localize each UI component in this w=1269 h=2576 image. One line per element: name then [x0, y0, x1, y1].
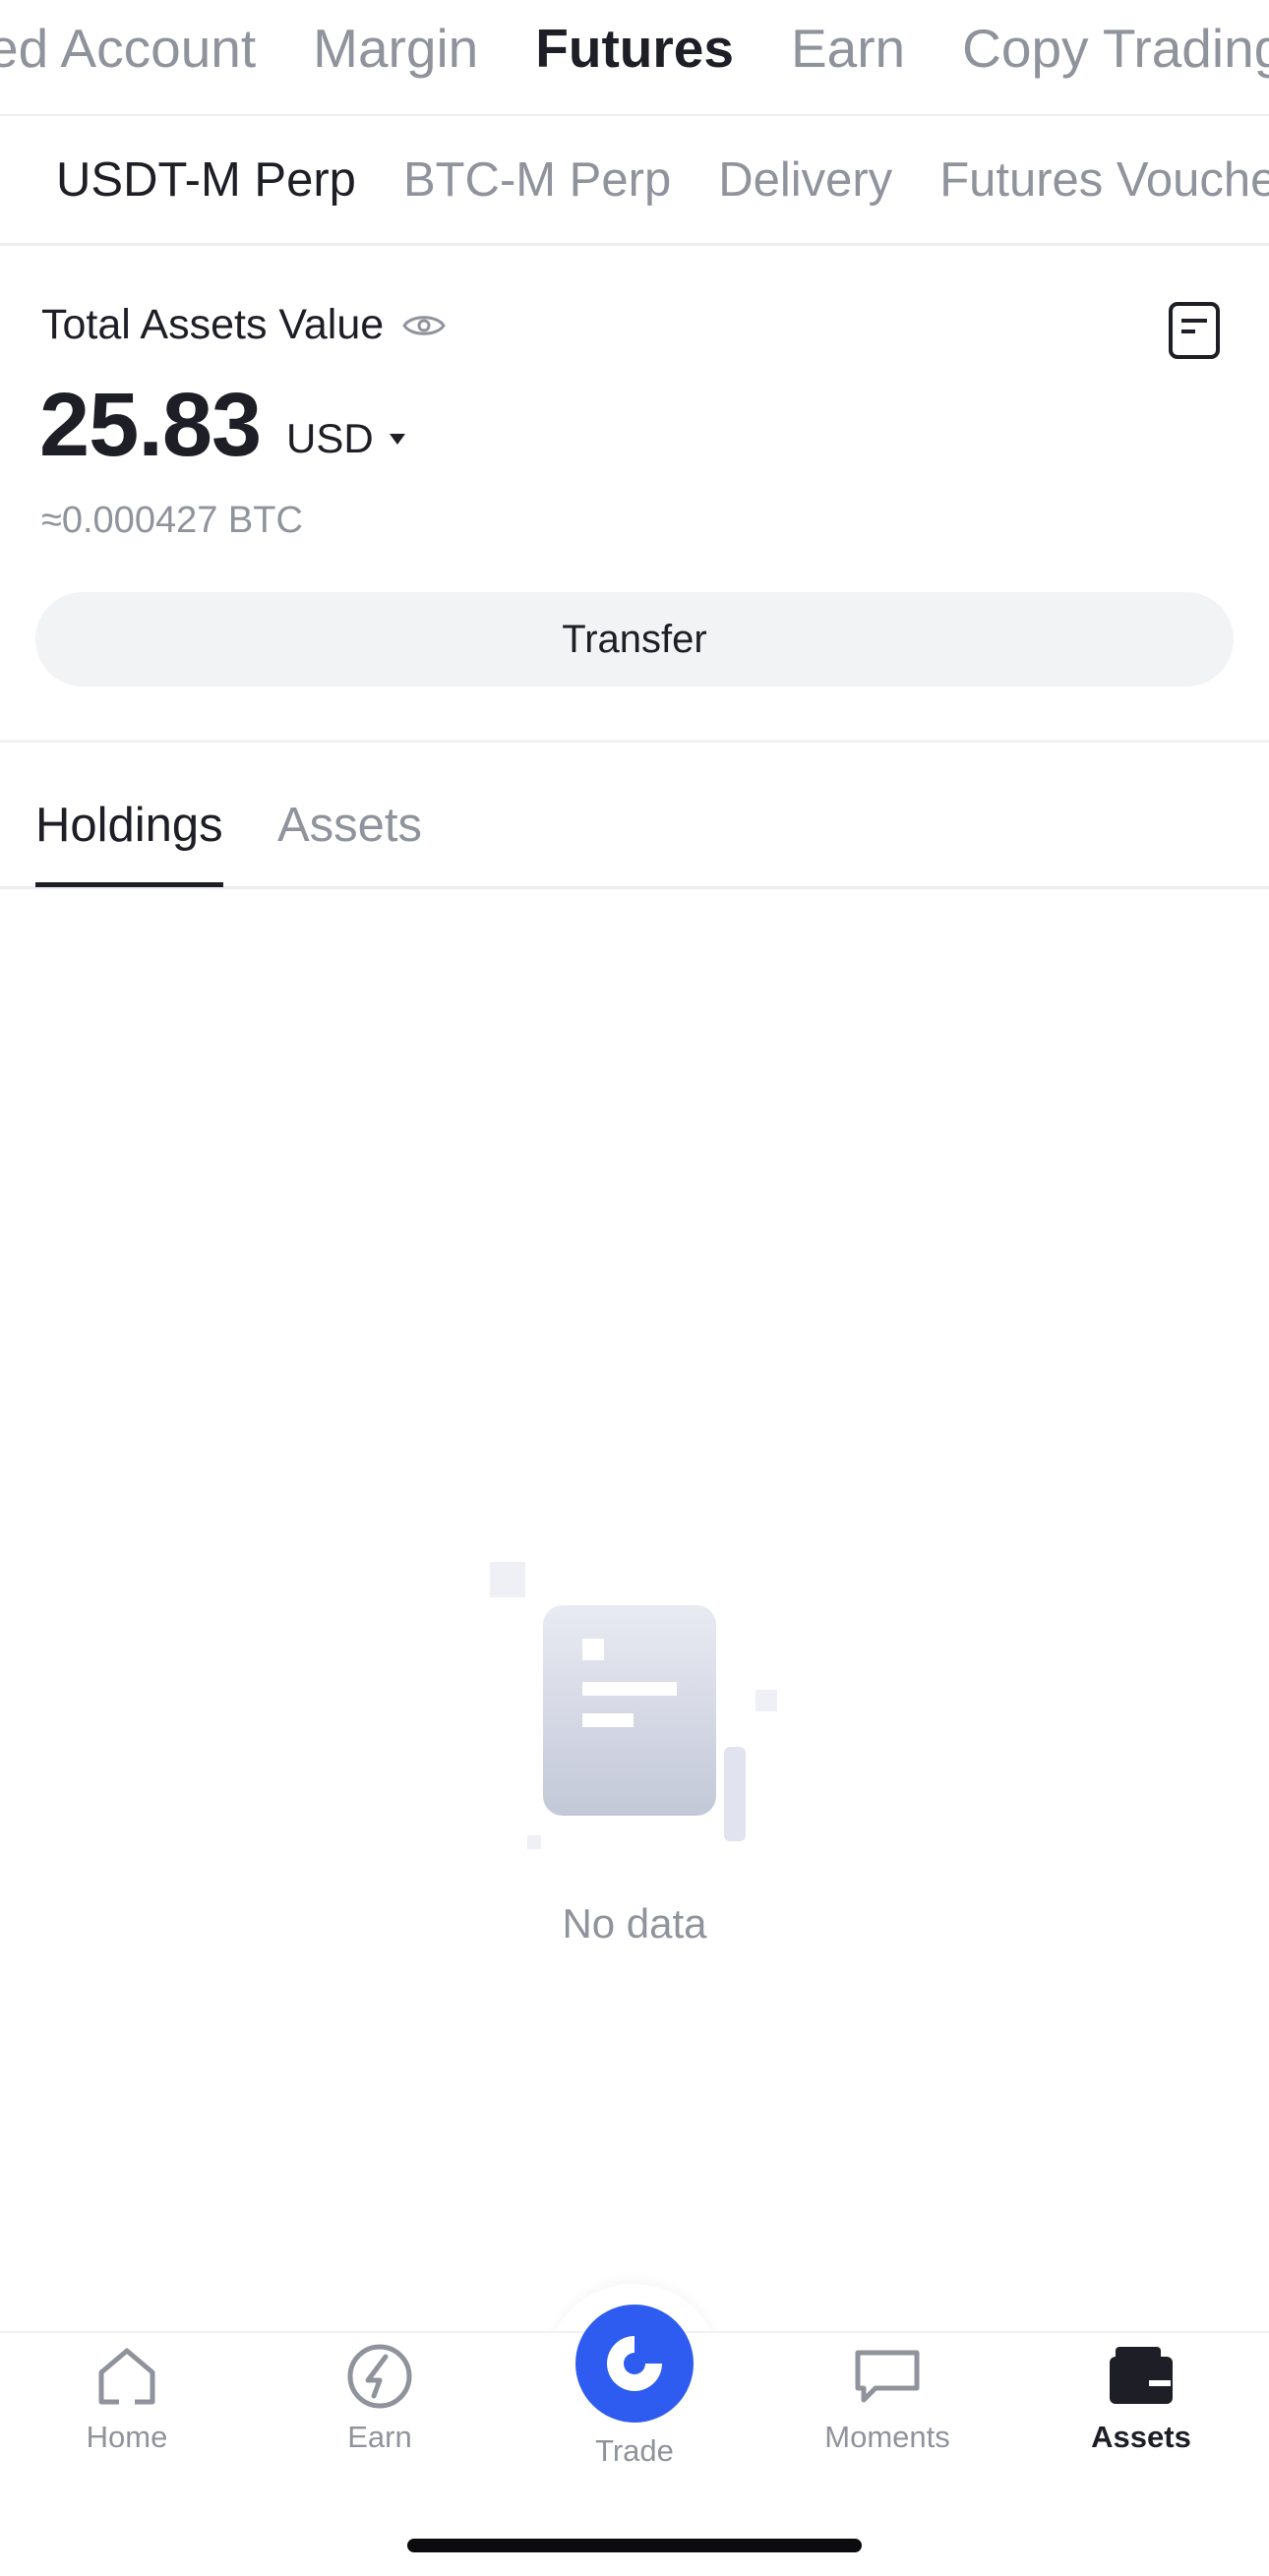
- tab-btc-m-perp[interactable]: BTC-M Perp: [403, 148, 671, 243]
- home-icon: [98, 2348, 155, 2406]
- total-assets-label: Total Assets Value: [41, 301, 447, 349]
- currency-label: USD: [286, 415, 374, 461]
- nav-home[interactable]: Home: [19, 2341, 235, 2455]
- empty-document-icon: [490, 1562, 777, 1849]
- caret-down-icon: [389, 433, 405, 445]
- nav-trade-label: Trade: [595, 2433, 674, 2468]
- account-type-tabs: ed Account Margin Futures Earn Copy Trad…: [0, 0, 1269, 116]
- trade-icon: [607, 2336, 662, 2391]
- futures-assets-screen: ed Account Margin Futures Earn Copy Trad…: [0, 0, 1269, 2576]
- nav-earn-label: Earn: [347, 2420, 412, 2454]
- section-divider: [0, 740, 1269, 743]
- wallet-icon: [1110, 2347, 1173, 2404]
- tab-usdt-m-perp[interactable]: USDT-M Perp: [56, 148, 356, 243]
- nav-trade-button[interactable]: [575, 2305, 694, 2423]
- futures-type-tabs: USDT-M Perp BTC-M Perp Delivery Futures …: [0, 116, 1269, 246]
- total-assets-value: 25.83: [39, 375, 262, 475]
- earn-icon: [347, 2344, 412, 2409]
- transfer-button[interactable]: Transfer: [35, 592, 1234, 687]
- currency-selector[interactable]: USD: [286, 415, 405, 462]
- nav-earn[interactable]: Earn: [272, 2341, 488, 2455]
- home-indicator: [407, 2539, 862, 2552]
- empty-state-text: No data: [562, 1900, 707, 1947]
- tab-unified-account[interactable]: ed Account: [0, 14, 256, 83]
- tab-copy-trading[interactable]: Copy Trading: [962, 14, 1269, 83]
- nav-moments-label: Moments: [824, 2420, 950, 2454]
- nav-home-label: Home: [86, 2420, 168, 2454]
- chat-icon: [855, 2350, 920, 2403]
- content-tabs: Holdings Assets: [0, 748, 1269, 889]
- tab-futures[interactable]: Futures: [535, 14, 734, 83]
- tab-holdings[interactable]: Holdings: [35, 793, 223, 887]
- nav-assets-label: Assets: [1091, 2420, 1191, 2454]
- tab-earn[interactable]: Earn: [791, 14, 905, 83]
- nav-moments[interactable]: Moments: [779, 2341, 996, 2455]
- tab-delivery[interactable]: Delivery: [718, 148, 892, 243]
- btc-equivalent: ≈0.000427 BTC: [41, 500, 303, 541]
- eye-icon[interactable]: [401, 311, 447, 340]
- nav-assets[interactable]: Assets: [1033, 2341, 1249, 2455]
- tab-assets[interactable]: Assets: [277, 793, 422, 887]
- tab-margin[interactable]: Margin: [313, 14, 478, 83]
- total-assets-label-text: Total Assets Value: [41, 301, 385, 348]
- document-icon[interactable]: [1167, 301, 1222, 360]
- tab-futures-vouchers[interactable]: Futures Vouche: [939, 148, 1269, 243]
